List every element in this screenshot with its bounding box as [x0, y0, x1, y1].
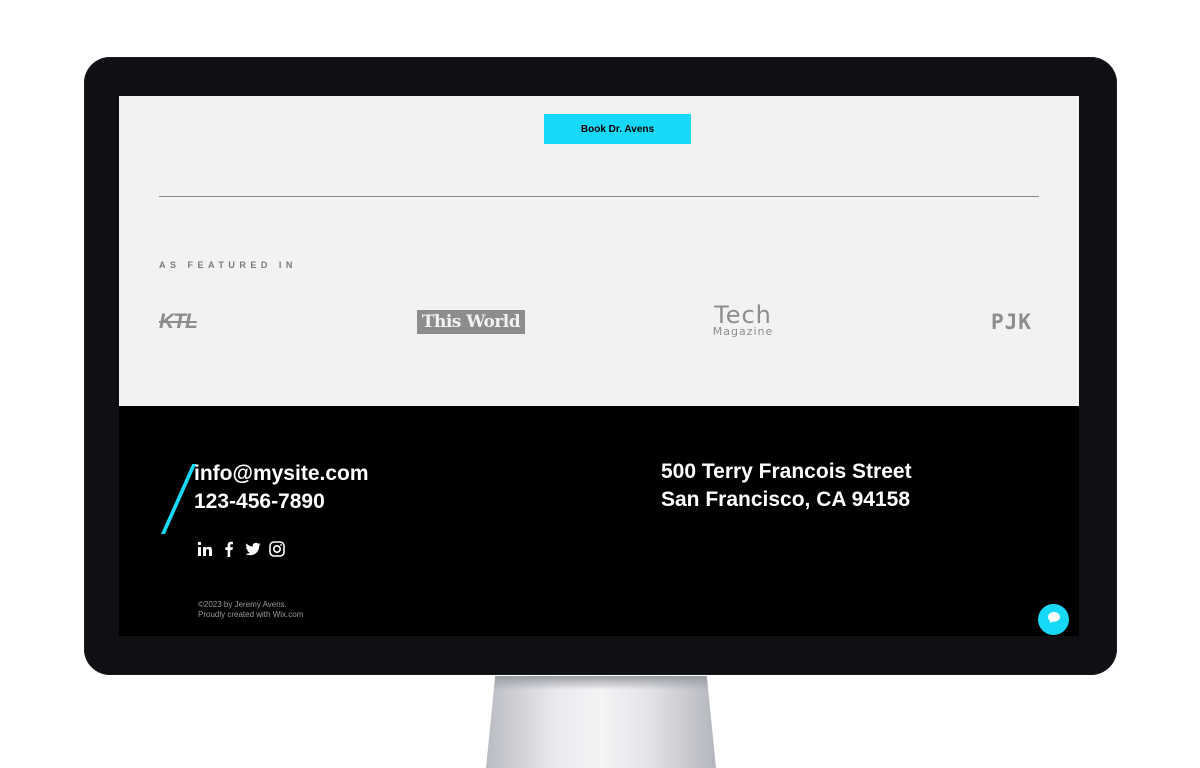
instagram-icon[interactable]	[269, 541, 285, 557]
address-line-2: San Francisco, CA 94158	[661, 488, 911, 511]
social-bar	[197, 541, 285, 557]
twitter-icon[interactable]	[245, 541, 261, 557]
this-world-logo: This World	[417, 310, 525, 334]
accent-slash	[161, 464, 197, 534]
wix-credit-link[interactable]: Proudly created with Wix.com	[198, 610, 303, 620]
tech-logo-subtitle: Magazine	[712, 325, 774, 338]
email-link[interactable]: info@mysite.com	[194, 460, 369, 488]
copyright-line-1: ©2023 by Jeremy Avens.	[198, 600, 287, 609]
pjk-logo: PJK	[991, 310, 1032, 334]
as-featured-in-heading: AS FEATURED IN	[159, 260, 297, 270]
copyright-text: ©2023 by Jeremy Avens. Proudly created w…	[198, 600, 303, 620]
website-screen: Book Dr. Avens AS FEATURED IN KTL This W…	[119, 96, 1079, 636]
footer: info@mysite.com 123-456-7890 500 Terry F…	[119, 406, 1079, 636]
chat-button[interactable]	[1038, 604, 1069, 635]
section-divider	[159, 196, 1039, 197]
chat-bubble-icon	[1047, 611, 1061, 629]
linkedin-icon[interactable]	[197, 541, 213, 557]
ktl-logo: KTL	[159, 310, 198, 333]
address-block: 500 Terry Francois Street San Francisco,…	[661, 458, 912, 514]
book-dr-avens-button[interactable]: Book Dr. Avens	[544, 114, 691, 144]
phone-link[interactable]: 123-456-7890	[194, 488, 369, 516]
monitor-stand	[486, 676, 716, 768]
tech-magazine-logo: Tech Magazine	[703, 301, 783, 338]
upper-section: Book Dr. Avens AS FEATURED IN KTL This W…	[119, 96, 1079, 406]
tech-logo-title: Tech	[714, 301, 772, 329]
facebook-icon[interactable]	[221, 541, 237, 557]
address-line-1: 500 Terry Francois Street	[661, 460, 912, 483]
contact-block: info@mysite.com 123-456-7890	[194, 460, 369, 516]
